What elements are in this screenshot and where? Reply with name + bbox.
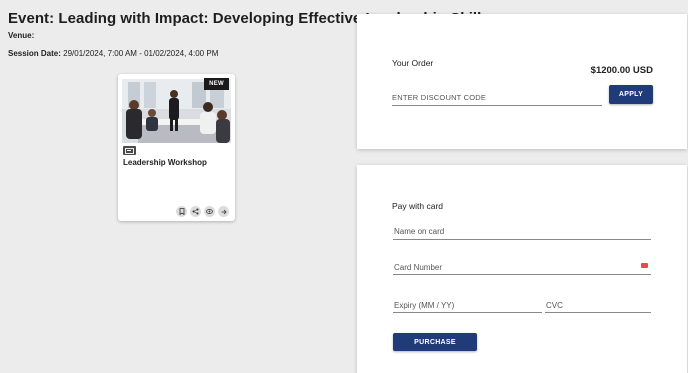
arrow-right-icon[interactable] — [218, 206, 229, 217]
bookmark-icon[interactable] — [176, 206, 187, 217]
expiry-input[interactable] — [393, 298, 542, 313]
slideshow-icon — [123, 146, 136, 155]
new-badge: NEW — [204, 78, 229, 90]
apply-button[interactable]: APPLY — [609, 85, 653, 104]
order-panel: Your Order $1200.00 USD APPLY — [357, 14, 687, 149]
payment-panel: Pay with card PURCHASE — [357, 165, 687, 373]
pay-with-card-label: Pay with card — [392, 201, 444, 211]
cvc-input[interactable] — [545, 298, 651, 313]
session-date-label: Session Date: — [8, 49, 61, 58]
eye-icon[interactable] — [204, 206, 215, 217]
card-title[interactable]: Leadership Workshop — [123, 158, 207, 167]
order-label: Your Order — [392, 58, 434, 68]
order-total: $1200.00 USD — [590, 65, 653, 76]
card-actions — [176, 206, 229, 217]
session-date: Session Date: 29/01/2024, 7:00 AM - 01/0… — [8, 49, 218, 58]
discount-code-input[interactable] — [392, 90, 602, 106]
card-brand-icon — [641, 263, 648, 268]
card-number-input[interactable] — [393, 260, 651, 275]
venue-label: Venue: — [8, 31, 35, 40]
name-on-card-input[interactable] — [393, 224, 651, 240]
purchase-button[interactable]: PURCHASE — [393, 333, 477, 351]
session-date-value: 29/01/2024, 7:00 AM - 01/02/2024, 4:00 P… — [60, 49, 219, 58]
share-icon[interactable] — [190, 206, 201, 217]
event-card[interactable]: NEW Leadership Workshop — [118, 74, 235, 221]
